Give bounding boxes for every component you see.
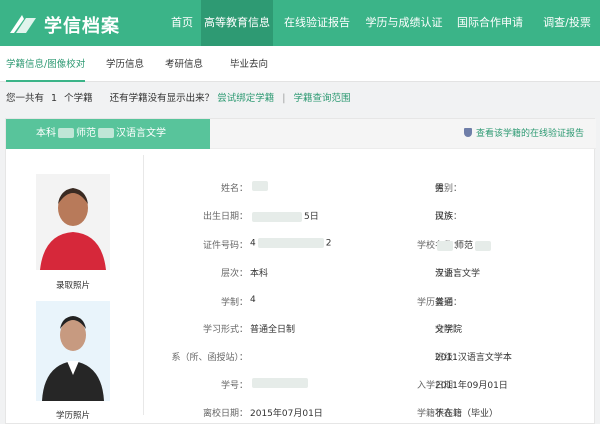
nav-higher-education[interactable]: 高等教育信息 [201, 0, 273, 46]
tab-graduation-destination[interactable]: 毕业去向 [230, 46, 268, 82]
id-value: 42 [250, 238, 332, 249]
summary-separator: | [282, 93, 286, 104]
class-value: 2011汉语言文学本 [435, 353, 512, 363]
shield-icon [463, 128, 472, 137]
department-label: 系（所、函授站）： [171, 353, 248, 363]
school-value: 师范 [435, 238, 493, 251]
enrollment-card: 本科 师范 汉语言文学 查看该学籍的在线验证报告 录取照片 学历照片 姓名： 性… [5, 118, 596, 424]
summary-suffix: 个学籍 [64, 93, 93, 104]
enroll-date-value: 2011年09月01日 [435, 381, 508, 391]
student-number-label: 学号： [220, 381, 248, 391]
site-logo[interactable]: 学信档案 [8, 7, 138, 39]
status-value: 不在籍（毕业） [435, 409, 499, 419]
degree-portrait-image [36, 301, 110, 401]
bind-enrollment-link[interactable]: 尝试绑定学籍 [217, 93, 274, 104]
blurred-text [252, 211, 302, 222]
logo-text: 学信档案 [44, 16, 120, 37]
enrollment-summary: 您一共有 1 个学籍 还有学籍没有显示出来？ 尝试绑定学籍 | 学籍查询范围 [0, 82, 600, 116]
duration-value: 4 [250, 295, 256, 305]
study-form-value: 普通全日制 [250, 325, 296, 335]
blurred-text [252, 181, 268, 191]
blurred-text [437, 240, 453, 251]
tag-major: 汉语言文学 [116, 128, 166, 139]
top-navbar: 学信档案 首页 高等教育信息 在线验证报告 学历与成绩认证 国际合作申请 调查/… [0, 0, 600, 46]
duration-label: 学制： [220, 298, 248, 308]
nav-home[interactable]: 首页 [165, 0, 199, 46]
verify-report-label: 查看该学籍的在线验证报告 [475, 129, 584, 139]
student-number-value [250, 378, 310, 389]
book-logo-icon [10, 15, 36, 33]
enrollment-tag[interactable]: 本科 师范 汉语言文学 [6, 119, 210, 149]
tag-level: 本科 [36, 128, 56, 139]
summary-prefix: 您一共有 [6, 93, 45, 104]
card-header: 本科 师范 汉语言文学 查看该学籍的在线验证报告 [6, 119, 596, 149]
category-value: 普通 [435, 298, 454, 308]
leave-date-value: 2015年07月01日 [250, 409, 323, 419]
ethnicity-value: 汉族 [435, 212, 454, 222]
query-range-link[interactable]: 学籍查询范围 [294, 93, 351, 104]
major-value: 汉语言文学 [435, 269, 481, 279]
blurred-text [58, 128, 74, 138]
level-value: 本科 [250, 269, 269, 279]
enrollment-details: 姓名： 性别： 男 出生日期： 5日 民族： 汉族 证件号码： 42 学校名称：… [144, 149, 594, 424]
blurred-text [475, 240, 492, 251]
id-label: 证件号码： [202, 241, 248, 251]
name-label: 姓名： [220, 184, 248, 194]
nav-certification[interactable]: 学历与成绩认证 [363, 0, 445, 46]
admission-photo-caption: 录取照片 [55, 281, 90, 291]
birth-label: 出生日期： [202, 212, 248, 222]
gender-value: 男 [435, 184, 445, 194]
tab-degree-info[interactable]: 学历信息 [106, 46, 144, 82]
admission-portrait-image [36, 174, 110, 270]
name-value [250, 181, 270, 192]
study-form-label: 学习形式： [202, 325, 248, 335]
missing-question: 还有学籍没有显示出来？ [109, 93, 215, 104]
blurred-text [257, 238, 324, 248]
verify-report-link[interactable]: 查看该学籍的在线验证报告 [463, 119, 584, 149]
nav-international[interactable]: 国际合作申请 [454, 0, 526, 46]
photo-column: 录取照片 学历照片 [6, 149, 138, 424]
degree-photo-caption: 学历照片 [55, 411, 90, 421]
nav-online-verification[interactable]: 在线验证报告 [282, 0, 352, 46]
degree-photo [36, 301, 110, 401]
sub-nav: 学籍信息/图像校对 学历信息 考研信息 毕业去向 [0, 46, 600, 82]
branch-value: 文学院 [435, 325, 463, 335]
admission-photo [36, 174, 110, 270]
blurred-text [252, 378, 308, 388]
tab-enrollment-info[interactable]: 学籍信息/图像校对 [6, 46, 86, 82]
level-label: 层次： [220, 269, 248, 279]
birth-value: 5日 [250, 209, 319, 222]
tab-exam-info[interactable]: 考研信息 [165, 46, 203, 82]
leave-date-label: 离校日期： [202, 409, 248, 419]
tag-school: 师范 [76, 128, 96, 139]
blurred-text [98, 128, 114, 138]
enrollment-count: 1 [51, 93, 58, 104]
nav-survey[interactable]: 调查/投票 [537, 0, 597, 46]
